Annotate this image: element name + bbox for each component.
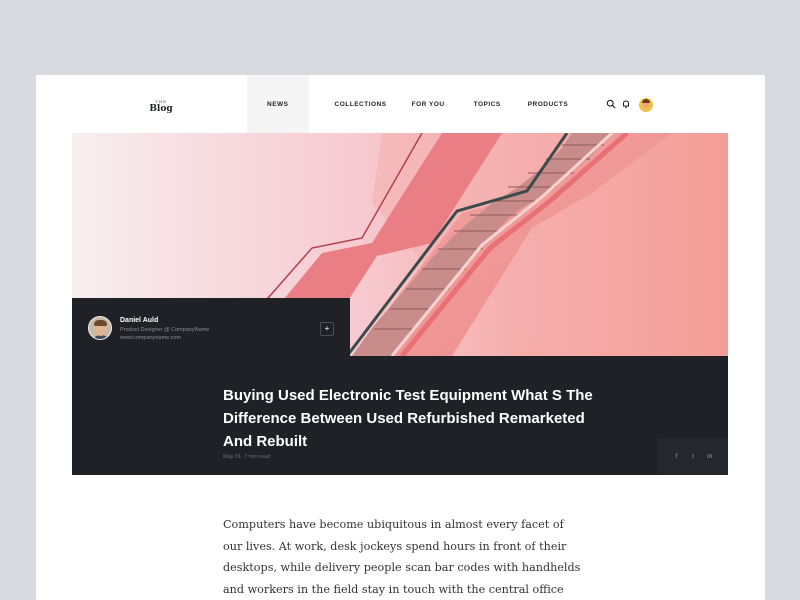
bell-icon[interactable] bbox=[621, 99, 631, 109]
nav-item-for-you[interactable]: FOR YOU bbox=[387, 75, 445, 133]
author-avatar[interactable] bbox=[88, 316, 112, 340]
author-website[interactable]: www.companyname.com bbox=[120, 335, 181, 341]
nav-item-collections[interactable]: COLLECTIONS bbox=[309, 75, 387, 133]
article-title: Buying Used Electronic Test Equipment Wh… bbox=[223, 387, 593, 450]
facebook-icon[interactable]: f bbox=[671, 452, 681, 462]
main-nav: NEWS COLLECTIONS FOR YOU TOPICS PRODUCTS bbox=[247, 75, 568, 133]
nav-item-news[interactable]: NEWS bbox=[247, 75, 309, 133]
article-body: Computers have become ubiquitous in almo… bbox=[223, 518, 581, 596]
author-card: Daniel Auld Product Designer @ CompanyNa… bbox=[72, 298, 350, 356]
logo-name: Blog bbox=[149, 104, 173, 114]
author-name[interactable]: Daniel Auld bbox=[120, 317, 158, 324]
search-icon[interactable] bbox=[606, 99, 616, 109]
linkedin-icon[interactable]: in bbox=[705, 452, 715, 462]
blog-page: THE Blog NEWS COLLECTIONS FOR YOU TOPICS… bbox=[36, 75, 765, 600]
nav-item-products[interactable]: PRODUCTS bbox=[501, 75, 568, 133]
follow-button[interactable]: + bbox=[320, 322, 334, 336]
article-header: Buying Used Electronic Test Equipment Wh… bbox=[72, 356, 728, 475]
article-meta: May 31, 7 min read bbox=[223, 454, 271, 460]
user-avatar[interactable] bbox=[639, 98, 653, 112]
blog-logo[interactable]: THE Blog bbox=[144, 99, 178, 114]
twitter-icon[interactable]: t bbox=[688, 452, 698, 462]
nav-item-topics[interactable]: TOPICS bbox=[445, 75, 501, 133]
author-role: Product Designer @ CompanyName bbox=[120, 327, 210, 333]
share-bar: f t in bbox=[658, 438, 728, 475]
